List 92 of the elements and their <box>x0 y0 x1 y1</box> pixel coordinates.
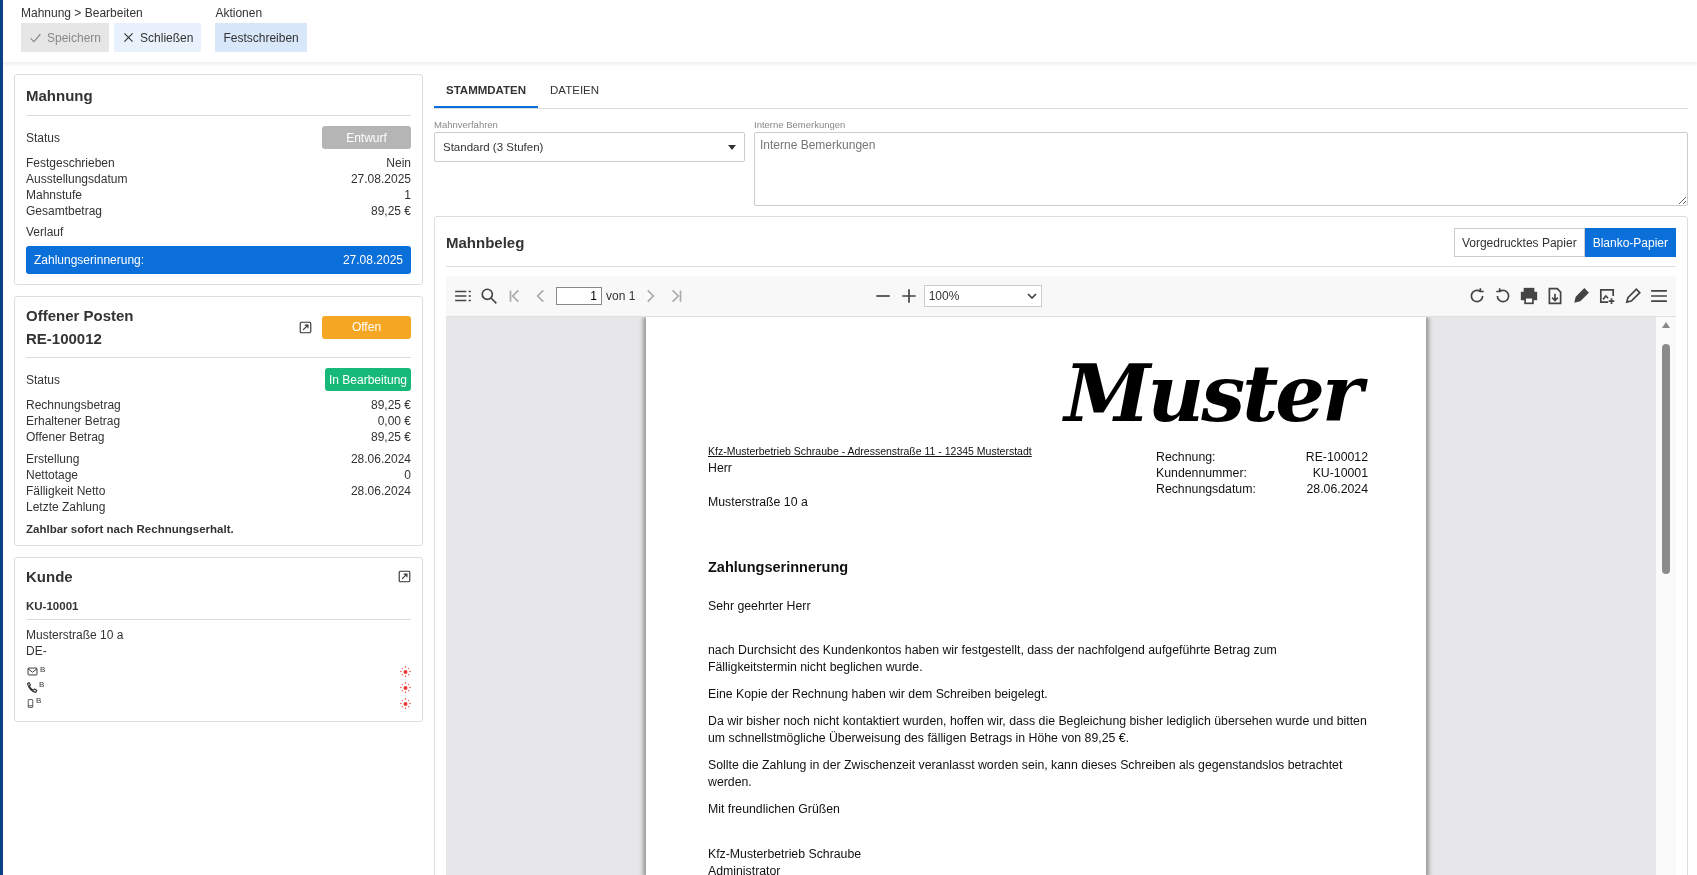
letter-paragraph: Da wir bisher noch nicht kontaktiert wurden, hoffen wir, dass die Begleichung bisher lediglich übersehen wurde und bitten um schnellstmögliche Überweisung des fälligen Betrags in Höhe von 89,25 €. <box>708 713 1368 747</box>
salutation: Sehr geehrter Herr <box>708 598 812 615</box>
close-icon <box>122 31 136 44</box>
section-label: Verlauf <box>26 225 64 239</box>
field-value: Nein <box>386 155 411 171</box>
toolbar-group-label: Mahnung > Bearbeiten <box>21 6 144 20</box>
alert-icon <box>400 665 411 677</box>
address-line: Musterstraße 10 a <box>26 627 124 643</box>
field-value: 0,00 € <box>377 413 411 429</box>
dunning-procedure-select[interactable]: Standard (3 Stufen) <box>434 132 745 162</box>
status-badge: Entwurf <box>322 126 411 149</box>
sender-line: Kfz-Musterbetrieb Schraube - Adressenstraße 11 - 12345 Musterstadt <box>708 444 1032 459</box>
contact-mark: B <box>40 665 46 674</box>
field-value: 28.06.2024 <box>350 483 411 499</box>
scrollbar-thumb[interactable] <box>1662 344 1670 574</box>
letter-paragraph: Eine Kopie der Rechnung haben wir dem Schreiben beigelegt. <box>708 686 1049 703</box>
letter-paragraph: nach Durchsicht des Kundenkontos haben wir festgestellt, dass der nachfolgend aufgeführte Betrag zum Fälligkeitstermin nicht beglichen wurde. <box>708 642 1278 676</box>
letter-heading: Zahlungserinnerung <box>708 559 850 576</box>
recipient-street: Musterstraße 10 a <box>708 494 809 511</box>
field-label: Rechnungsbetrag <box>26 397 121 413</box>
tab[interactable]: STAMMDATEN <box>434 74 539 108</box>
field-label: Interne Bemerkungen <box>754 119 847 130</box>
zoom-select[interactable]: 100% <box>923 285 1042 307</box>
customer-number: KU-10001 <box>26 600 79 612</box>
field-value: 89,25 € <box>370 429 411 445</box>
card-title: Kunde <box>26 568 73 585</box>
payment-note: Zahlbar sofort nach Rechnungserhalt. <box>26 523 235 535</box>
status-badge: Offen <box>322 315 411 339</box>
info-value: 28.06.2024 <box>1306 481 1368 497</box>
checkmark-icon <box>29 31 42 44</box>
contact-mark: B <box>36 696 42 705</box>
field-value: 0 <box>404 467 411 483</box>
field-label: Status <box>26 372 61 387</box>
external-link-icon <box>398 570 411 583</box>
notes-field[interactable]: Interne Bemerkungen <box>754 132 1688 206</box>
caret-icon <box>728 144 736 150</box>
field-label: Ausstellungsdatum <box>26 171 128 187</box>
logo: Muster <box>708 349 1368 439</box>
caret-icon <box>1026 293 1037 299</box>
address-line: DE- <box>26 643 47 659</box>
field-label: Erhaltener Betrag <box>26 413 121 429</box>
history-label: Zahlungserinnerung: <box>34 253 145 267</box>
history-date: 27.08.2025 <box>342 253 403 267</box>
field-label: Nettotage <box>26 467 79 483</box>
field-label: Status <box>26 130 61 145</box>
contact-mark: B <box>39 680 45 689</box>
info-value: KU-10001 <box>1312 465 1368 481</box>
page-count: von 1 <box>606 289 636 303</box>
signature-line: Kfz-Musterbetrieb Schraube <box>708 846 863 863</box>
paper-option[interactable]: Vorgedrucktes Papier <box>1453 228 1585 257</box>
paper-option[interactable]: Blanko-Papier <box>1584 228 1676 257</box>
card-title: Mahnung <box>26 86 93 104</box>
alert-icon <box>400 681 411 693</box>
info-label: Rechnungsdatum: <box>1156 481 1256 497</box>
recipient-line: Herr <box>708 460 733 477</box>
signature-line: Administrator <box>708 863 782 875</box>
field-label: Letzte Zahlung <box>26 499 106 515</box>
print-icon[interactable] <box>1518 285 1540 307</box>
card-title: Offener Posten <box>26 307 134 324</box>
invoice-number: RE-100012 <box>26 330 103 347</box>
field-value: 1 <box>404 187 411 203</box>
close-button[interactable]: Schließen <box>114 23 202 52</box>
toolbar-group-label: Aktionen <box>215 6 264 20</box>
external-link-icon <box>299 320 312 334</box>
search-icon[interactable] <box>478 285 500 307</box>
action-button[interactable]: Festschreiben <box>215 23 307 52</box>
status-badge: In Bearbeitung <box>324 368 411 391</box>
field-label: Mahnverfahren <box>434 119 499 130</box>
closing: Mit freundlichen Grüßen <box>708 801 841 818</box>
tab[interactable]: DATEIEN <box>538 74 612 108</box>
field-value: 27.08.2025 <box>350 171 411 187</box>
field-label: Erstellung <box>26 451 80 467</box>
info-value: RE-100012 <box>1305 449 1368 465</box>
field-value: 89,25 € <box>370 397 411 413</box>
info-label: Kundennummer: <box>1156 465 1247 481</box>
scroll-up-icon[interactable] <box>1662 322 1670 328</box>
field-label: Festgeschrieben <box>26 155 115 171</box>
field-label: Fälligkeit Netto <box>26 483 106 499</box>
mobile-phone-icon <box>26 696 35 710</box>
card-title: Mahnbeleg <box>446 234 525 251</box>
field-label: Offener Betrag <box>26 429 105 445</box>
scrollbar[interactable] <box>1656 317 1676 875</box>
field-value: 89,25 € <box>370 203 411 219</box>
phone-icon <box>26 680 38 694</box>
alert-icon <box>400 697 411 709</box>
info-label: Rechnung: <box>1156 449 1216 465</box>
envelope-icon <box>26 665 39 677</box>
letter-paragraph: Sollte die Zahlung in der Zwischenzeit veranlasst worden sein, kann dieses Schreiben als gegenstandslos betrachtet werden. <box>708 757 1344 791</box>
field-label: Gesamtbetrag <box>26 203 103 219</box>
field-label: Mahnstufe <box>26 187 83 203</box>
field-value: 28.06.2024 <box>350 451 411 467</box>
page-number-field[interactable]: 1 <box>556 287 602 305</box>
